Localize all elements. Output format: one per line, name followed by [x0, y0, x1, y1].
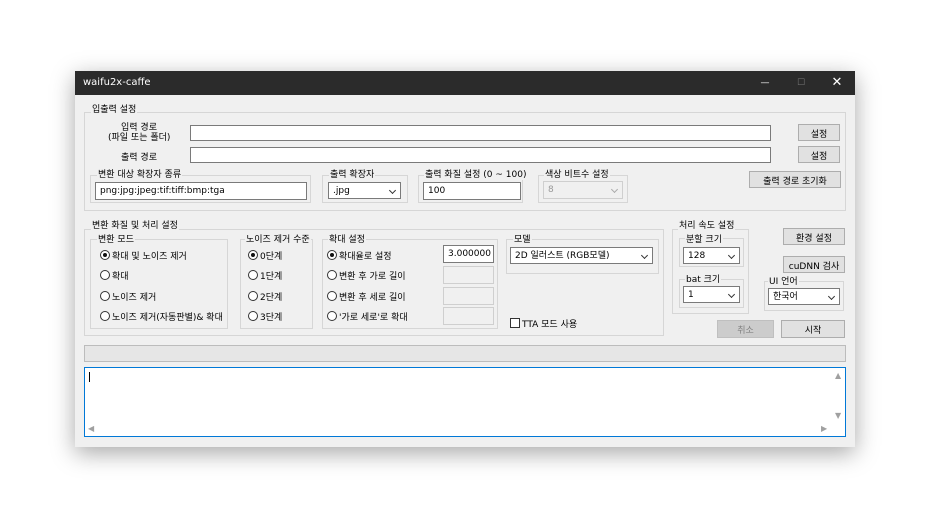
mode-radio-scale-noise[interactable]: 확대 및 노이즈 제거	[100, 249, 187, 262]
input-path-button[interactable]: 설정	[798, 124, 840, 141]
ext-field[interactable]: png:jpg:jpeg:tif:tiff:bmp:tga	[95, 182, 307, 200]
start-button[interactable]: 시작	[781, 320, 845, 338]
chevron-down-icon	[388, 186, 397, 195]
bit-select[interactable]: 8	[543, 181, 623, 199]
batch-label: bat 크기	[685, 272, 722, 285]
chevron-down-icon	[727, 251, 736, 260]
split-value: 128	[688, 251, 706, 261]
chevron-down-icon	[640, 251, 649, 260]
output-path-field[interactable]	[190, 147, 771, 163]
mode-label: 변환 모드	[97, 232, 135, 245]
lang-label: UI 언어	[768, 274, 799, 287]
reset-output-path-button[interactable]: 출력 경로 초기화	[749, 171, 841, 188]
noise-radio-2[interactable]: 2단계	[248, 290, 282, 303]
maximize-icon[interactable]: ☐	[783, 71, 819, 95]
scale-height-field[interactable]	[443, 287, 494, 305]
split-select[interactable]: 128	[683, 247, 740, 264]
batch-value: 1	[688, 290, 694, 300]
output-path-button[interactable]: 설정	[798, 146, 840, 163]
close-icon[interactable]: ✕	[819, 71, 855, 95]
cancel-button[interactable]: 취소	[717, 320, 774, 338]
model-select[interactable]: 2D 일러스트 (RGB모델)	[510, 247, 653, 264]
scale-radio-both[interactable]: '가로 세로'로 확대	[327, 310, 408, 323]
minimize-icon[interactable]: —	[747, 71, 783, 95]
ext-label: 변환 대상 확장자 종류	[97, 167, 183, 180]
quality-label: 출력 화질 설정 (0 ~ 100)	[424, 167, 528, 180]
scroll-up-icon[interactable]: ▲	[835, 371, 841, 380]
scale-label: 확대 설정	[328, 232, 366, 245]
scale-radio-height[interactable]: 변환 후 세로 길이	[327, 290, 406, 303]
mode-radio-scale[interactable]: 확대	[100, 269, 129, 282]
text-caret	[89, 372, 90, 382]
conversion-label: 변환 화질 및 처리 설정	[91, 218, 179, 231]
tta-checkbox[interactable]: TTA 모드 사용	[510, 317, 577, 330]
scale-both-field[interactable]	[443, 307, 494, 325]
out-ext-select[interactable]: .jpg	[328, 182, 401, 199]
scale-ratio-field[interactable]: 3.000000	[443, 245, 494, 263]
noise-radio-3[interactable]: 3단계	[248, 310, 282, 323]
bit-label: 색상 비트수 설정	[544, 167, 610, 180]
window-title: waifu2x-caffe	[83, 77, 151, 88]
scroll-right-icon[interactable]: ▶	[821, 424, 827, 433]
lang-select[interactable]: 한국어	[768, 288, 840, 305]
out-ext-label: 출력 확장자	[329, 167, 376, 180]
chevron-down-icon	[610, 185, 619, 194]
input-path-field[interactable]	[190, 125, 771, 141]
lang-value: 한국어	[773, 292, 798, 302]
split-label: 분할 크기	[685, 232, 723, 245]
title-bar: waifu2x-caffe — ☐ ✕	[75, 71, 855, 95]
env-settings-button[interactable]: 환경 설정	[783, 228, 845, 245]
speed-label: 처리 속도 설정	[678, 218, 736, 231]
output-path-label: 출력 경로	[121, 153, 157, 163]
batch-select[interactable]: 1	[683, 286, 740, 303]
io-settings-label: 입출력 설정	[91, 102, 138, 115]
progress-bar	[84, 345, 846, 362]
model-value: 2D 일러스트 (RGB모델)	[515, 251, 610, 261]
scale-radio-width[interactable]: 변환 후 가로 길이	[327, 269, 406, 282]
scale-radio-ratio[interactable]: 확대율로 설정	[327, 249, 392, 262]
quality-field[interactable]: 100	[423, 182, 521, 200]
mode-radio-auto[interactable]: 노이즈 제거(자동판별)& 확대	[100, 310, 223, 323]
bit-value: 8	[548, 185, 554, 195]
log-textarea[interactable]: ▲ ▼ ◀ ▶	[84, 367, 846, 437]
scroll-left-icon[interactable]: ◀	[88, 424, 94, 433]
chevron-down-icon	[727, 290, 736, 299]
scale-width-field[interactable]	[443, 266, 494, 284]
app-window: waifu2x-caffe — ☐ ✕ 입출력 설정 입력 경로 (파일 또는 …	[75, 71, 855, 447]
noise-label: 노이즈 제거 수준	[245, 232, 311, 245]
scroll-down-icon[interactable]: ▼	[835, 411, 841, 420]
chevron-down-icon	[827, 292, 836, 301]
out-ext-value: .jpg	[333, 186, 350, 196]
input-path-sublabel: (파일 또는 폴더)	[108, 133, 171, 143]
model-label: 모델	[513, 232, 532, 245]
cudnn-check-button[interactable]: cuDNN 검사	[783, 256, 845, 273]
noise-radio-0[interactable]: 0단계	[248, 249, 282, 262]
mode-radio-noise[interactable]: 노이즈 제거	[100, 290, 156, 303]
noise-radio-1[interactable]: 1단계	[248, 269, 282, 282]
